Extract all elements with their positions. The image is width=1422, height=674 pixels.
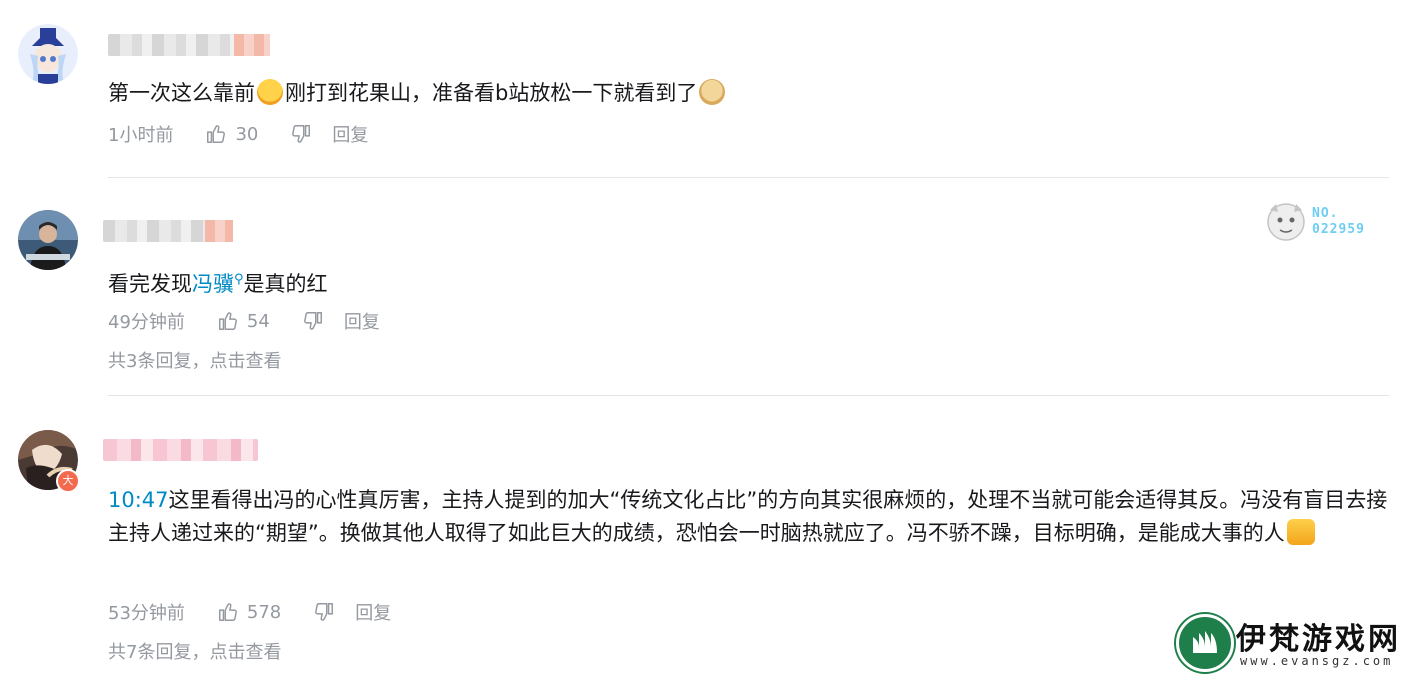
thumbs-up-icon xyxy=(218,603,237,621)
view-replies-link[interactable]: 共3条回复，点击查看 xyxy=(108,347,281,373)
comment-text: 10:47这里看得出冯的心性真厉害，主持人提到的加大“传统文化占比”的方向其实很… xyxy=(108,484,1393,550)
like-button[interactable]: 30 xyxy=(205,123,258,145)
dislike-button[interactable] xyxy=(290,123,312,145)
comment-text-before: 看完发现 xyxy=(108,272,192,296)
like-count: 578 xyxy=(246,601,282,623)
like-count: 54 xyxy=(246,310,270,332)
like-count: 30 xyxy=(235,123,259,145)
thumbs-down-icon xyxy=(292,125,311,143)
search-link[interactable]: 冯骥 xyxy=(192,272,234,296)
comment-text-part: 刚打到花果山，准备看b站放松一下就看到了 xyxy=(285,81,698,105)
fan-badge-line1: NO. xyxy=(1312,206,1339,221)
avatar[interactable] xyxy=(18,210,78,270)
username-blurred[interactable] xyxy=(108,34,270,56)
thumbs-up-icon xyxy=(218,312,237,330)
reply-button[interactable]: 回复 xyxy=(332,121,368,147)
divider xyxy=(108,395,1389,396)
username-blurred-tail xyxy=(205,220,233,242)
like-button[interactable]: 578 xyxy=(217,601,281,623)
thumbs-up-icon xyxy=(207,125,226,143)
site-watermark: 伊梵游戏网 www.evansgz.com xyxy=(1170,606,1422,674)
fan-badge-avatar-icon xyxy=(1267,203,1305,241)
divider xyxy=(108,177,1389,178)
thumbs-down-icon xyxy=(303,312,322,330)
comment-text-body: 这里看得出冯的心性真厉害，主持人提到的加大“传统文化占比”的方向其实很麻烦的，处… xyxy=(108,488,1388,545)
dislike-button[interactable] xyxy=(302,310,324,332)
comment-text-part: 第一次这么靠前 xyxy=(108,81,255,105)
thumbs-down-icon xyxy=(315,603,334,621)
username-blurred[interactable] xyxy=(103,439,258,461)
watermark-site: www.evansgz.com xyxy=(1240,654,1394,668)
fan-badge-number: NO. 022959 xyxy=(1312,206,1365,238)
comment-time: 53分钟前 xyxy=(108,603,185,624)
comment-meta: 49分钟前 54 回复 xyxy=(108,308,380,334)
comment-time: 49分钟前 xyxy=(108,312,185,333)
thumbs-up-emoji xyxy=(1286,519,1315,545)
username-blurred[interactable] xyxy=(103,220,233,242)
comment-text-after: 是真的红 xyxy=(243,272,328,296)
comment-time: 1小时前 xyxy=(108,125,174,146)
site-logo-icon xyxy=(1176,614,1234,672)
watermark-brand: 伊梵游戏网 xyxy=(1236,622,1401,657)
avatar[interactable] xyxy=(18,24,78,84)
comment-text: 看完发现冯骥⚲是真的红 xyxy=(108,263,328,301)
doge-emoji xyxy=(699,79,726,105)
search-icon[interactable]: ⚲ xyxy=(234,272,244,287)
username-blurred-tail xyxy=(234,34,270,56)
like-button[interactable]: 54 xyxy=(217,310,270,332)
logo-leaf-icon xyxy=(1193,631,1217,653)
fan-badge-line2: 022959 xyxy=(1312,222,1365,237)
level-badge: 大 xyxy=(56,469,80,493)
shocked-face-emoji xyxy=(257,79,283,105)
dislike-button[interactable] xyxy=(313,601,335,623)
reply-button[interactable]: 回复 xyxy=(355,599,391,625)
comment-text: 第一次这么靠前 刚打到花果山，准备看b站放松一下就看到了 xyxy=(108,77,727,110)
reply-button[interactable]: 回复 xyxy=(344,308,380,334)
comment-meta: 53分钟前 578 回复 xyxy=(108,599,391,625)
video-timestamp-link[interactable]: 10:47 xyxy=(108,488,169,512)
comment-meta: 1小时前 30 回复 xyxy=(108,121,368,147)
view-replies-link[interactable]: 共7条回复，点击查看 xyxy=(108,638,281,664)
fan-badge: NO. 022959 xyxy=(1264,200,1384,244)
